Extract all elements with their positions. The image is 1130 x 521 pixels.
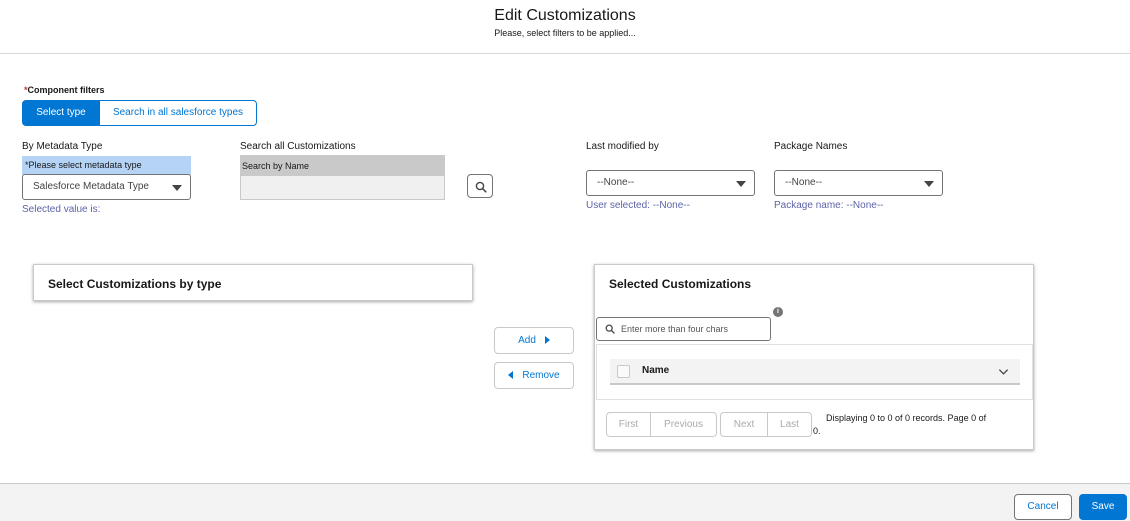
last-modified-select-value: --None-- [597,177,635,188]
metadata-type-select[interactable]: Salesforce Metadata Type [22,174,191,200]
caret-down-icon [924,181,934,187]
select-all-checkbox[interactable] [617,365,630,378]
modal-header: Edit Customizations Please, select filte… [0,0,1130,54]
first-page-button[interactable]: First [606,412,651,437]
component-filters-label: *Component filters [24,85,105,95]
search-all-label: Search all Customizations [240,141,356,152]
selected-customizations-table: Name [596,344,1033,400]
package-names-select[interactable]: --None-- [774,170,943,196]
customization-filter-input[interactable] [596,317,771,341]
metadata-type-label: By Metadata Type [22,141,103,152]
page-subtitle: Please, select filters to be applied... [494,28,636,38]
pager-prev-group: First Previous [606,412,717,437]
last-page-button[interactable]: Last [768,412,812,437]
search-button[interactable] [467,174,493,198]
caret-down-icon [736,181,746,187]
column-header-name[interactable]: Name [642,365,669,376]
info-icon[interactable]: i [773,307,783,317]
select-customizations-panel: Select Customizations by type [33,264,473,301]
page-title: Edit Customizations [494,7,636,24]
pager-status-line1: Displaying 0 to 0 of 0 records. Page 0 o… [826,413,987,423]
chevron-down-icon[interactable] [998,366,1009,377]
search-icon [475,181,487,193]
search-by-name-placeholder: Search by Name [241,156,444,176]
previous-page-button[interactable]: Previous [651,412,717,437]
save-button[interactable]: Save [1079,494,1127,520]
add-button[interactable]: Add [494,327,574,354]
caret-down-icon [172,185,182,191]
package-name-text: Package name: --None-- [774,200,884,211]
toggle-search-all-types[interactable]: Search in all salesforce types [100,100,257,126]
triangle-left-icon [508,371,514,379]
search-by-name-field[interactable]: Search by Name [240,155,445,200]
search-icon [605,324,615,334]
metadata-type-hint: *Please select metadata type [22,156,191,175]
pager-status: Displaying 0 to 0 of 0 records. Page 0 o… [813,412,1023,438]
next-page-button[interactable]: Next [720,412,768,437]
selected-value-text: Selected value is: [22,204,101,215]
toggle-select-type[interactable]: Select type [22,100,100,126]
filter-text-input[interactable] [621,320,766,338]
user-selected-text: User selected: --None-- [586,200,690,211]
pager-status-line2: 0. [813,426,821,436]
package-names-label: Package Names [774,141,848,152]
table-header-row: Name [610,359,1020,385]
modal-footer [0,483,1130,521]
last-modified-select[interactable]: --None-- [586,170,755,196]
pager-next-group: Next Last [720,412,812,437]
panel-title: Selected Customizations [609,277,752,291]
package-names-select-value: --None-- [785,177,823,188]
triangle-right-icon [544,336,550,344]
panel-title: Select Customizations by type [48,277,222,291]
cancel-button[interactable]: Cancel [1014,494,1072,520]
remove-button[interactable]: Remove [494,362,574,389]
filter-mode-toggle: Select type Search in all salesforce typ… [22,100,257,126]
metadata-type-select-value: Salesforce Metadata Type [33,181,149,192]
last-modified-label: Last modified by [586,141,659,152]
